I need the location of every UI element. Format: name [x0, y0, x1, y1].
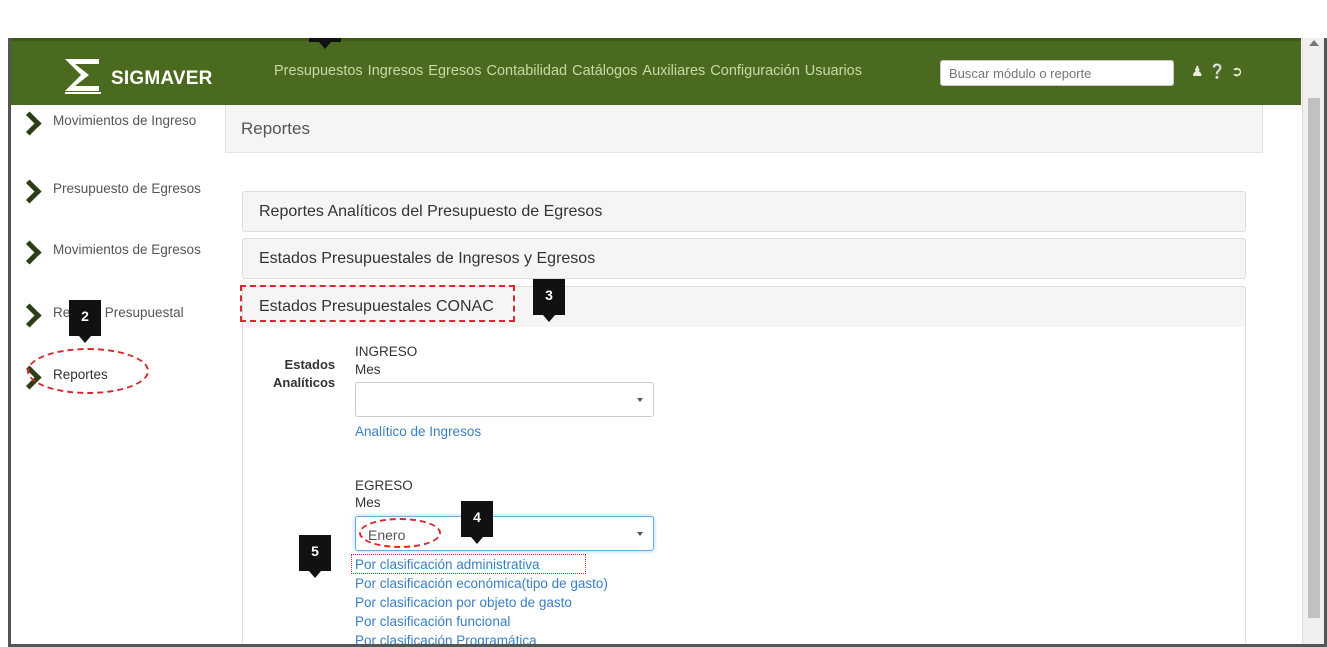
scroll-up-icon[interactable] — [1309, 40, 1319, 46]
nav-icons: ♟ ❔ ➲ — [1191, 63, 1243, 80]
highlight-enero — [359, 518, 441, 548]
link-clasificacion-programatica[interactable]: Por clasificación Programática — [355, 633, 537, 644]
sidebar-item-presupuesto-egresos[interactable]: Presupuesto de Egresos — [19, 181, 213, 203]
accordion-estados-presupuestales[interactable]: Estados Presupuestales de Ingresos y Egr… — [242, 238, 1246, 279]
marker-5: 5 — [299, 535, 331, 578]
chevron-right-icon — [19, 305, 37, 327]
link-analitico-ingresos[interactable]: Analítico de Ingresos — [355, 424, 481, 439]
app-window: SIGMAVER Presupuestos Ingresos Egresos C… — [8, 38, 1327, 647]
nav-item-contabilidad[interactable]: Contabilidad — [487, 63, 568, 79]
estados-label-line2: Analíticos — [273, 375, 336, 390]
chevron-right-icon — [19, 242, 37, 264]
estados-analiticos-label: Estados Analíticos — [273, 356, 335, 392]
sigma-logo-icon — [61, 53, 105, 97]
nav-item-auxiliares[interactable]: Auxiliares — [642, 63, 705, 79]
highlight-conac — [240, 285, 515, 322]
nav-item-presupuestos[interactable]: Presupuestos — [274, 63, 363, 79]
accordion-title: Estados Presupuestales de Ingresos y Egr… — [259, 250, 596, 267]
estados-label-line1: Estados — [284, 357, 336, 372]
ingreso-title: INGRESO — [355, 344, 418, 359]
help-icon[interactable]: ❔ — [1209, 63, 1226, 80]
highlight-reportes — [27, 348, 149, 394]
marker-2: 2 — [69, 300, 101, 343]
scroll-thumb[interactable] — [1308, 98, 1320, 618]
highlight-clasificacion-administrativa — [351, 554, 586, 574]
egreso-title: EGRESO — [355, 478, 413, 493]
search-input[interactable] — [940, 60, 1174, 86]
nav-item-egresos[interactable]: Egresos — [428, 63, 481, 79]
marker-4: 4 — [461, 501, 493, 544]
link-clasificacion-objeto-gasto[interactable]: Por clasificacion por objeto de gasto — [355, 595, 572, 610]
nav-item-ingresos[interactable]: Ingresos — [368, 63, 424, 79]
nav-menu: Presupuestos Ingresos Egresos Contabilid… — [274, 63, 867, 79]
top-navbar: SIGMAVER Presupuestos Ingresos Egresos C… — [11, 38, 1301, 105]
sidebar-item-label: Presupuesto de Egresos — [53, 181, 201, 196]
marker-1: 1 — [309, 38, 341, 49]
nav-item-usuarios[interactable]: Usuarios — [805, 63, 862, 79]
egreso-mes-label: Mes — [355, 495, 381, 510]
accordion-title: Reportes Analíticos del Presupuesto de E… — [259, 203, 603, 220]
chevron-down-icon — [637, 398, 643, 402]
brand[interactable]: SIGMAVER — [61, 47, 213, 102]
chevron-right-icon — [19, 181, 37, 203]
page-title: Reportes — [241, 119, 310, 138]
logout-icon[interactable]: ➲ — [1231, 63, 1243, 80]
vertical-scrollbar[interactable] — [1302, 38, 1324, 644]
marker-3: 3 — [533, 279, 565, 322]
sidebar-item-label: Movimientos de Egresos — [53, 242, 201, 257]
nav-item-catalogos[interactable]: Catálogos — [572, 63, 637, 79]
chevron-right-icon — [19, 113, 37, 135]
nav-item-configuracion[interactable]: Configuración — [710, 63, 799, 79]
sidebar-item-movimientos-ingreso[interactable]: Movimientos de Ingreso — [19, 113, 213, 135]
link-clasificacion-funcional[interactable]: Por clasificación funcional — [355, 614, 510, 629]
document-fragment — [0, 0, 1327, 38]
ingreso-mes-label: Mes — [355, 362, 381, 377]
sidebar-item-label: Movimientos de Ingreso — [53, 113, 197, 128]
ingreso-mes-select[interactable] — [355, 382, 654, 417]
link-clasificacion-economica[interactable]: Por clasificación económica(tipo de gast… — [355, 576, 608, 591]
brand-name: SIGMAVER — [111, 67, 213, 89]
accordion-reportes-analiticos[interactable]: Reportes Analíticos del Presupuesto de E… — [242, 191, 1246, 232]
page-header: Reportes — [225, 105, 1263, 153]
sidebar-item-movimientos-egresos[interactable]: Movimientos de Egresos — [19, 242, 213, 264]
user-icon[interactable]: ♟ — [1191, 63, 1204, 80]
chevron-down-icon — [637, 532, 643, 536]
sidebar-item-reporte-presupuestal[interactable]: Reporte Presupuestal — [19, 305, 213, 327]
